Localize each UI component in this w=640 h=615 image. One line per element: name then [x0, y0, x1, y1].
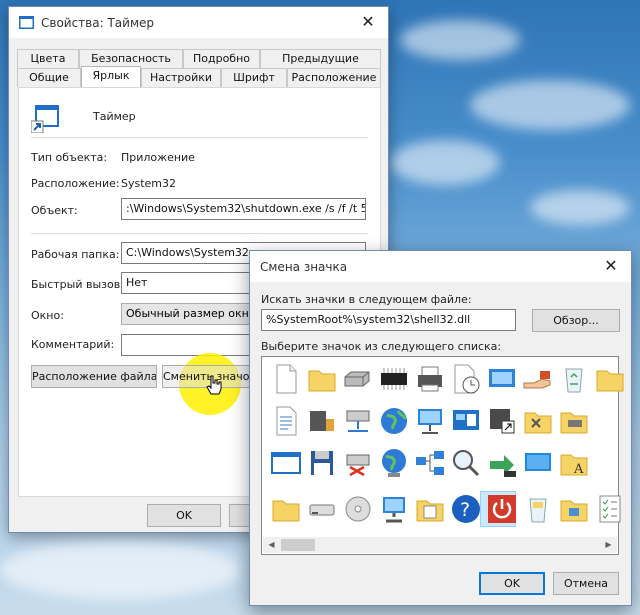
document-folder-icon[interactable] — [414, 493, 446, 525]
blank-document-icon[interactable] — [270, 363, 302, 395]
open-file-location-button[interactable]: Расположение файла — [31, 365, 157, 388]
tab-row-lower: Общие Ярлык Настройки Шрифт Расположение — [17, 66, 381, 87]
text-document-icon[interactable] — [270, 405, 302, 437]
tab-previous-versions[interactable]: Предыдущие версии — [260, 49, 381, 82]
hotkey-label: Быстрый вызов: — [31, 278, 124, 291]
network-screen-icon[interactable] — [486, 363, 518, 395]
icon-file-field[interactable]: %SystemRoot%\system32\shell32.dll — [261, 309, 516, 331]
scroll-thumb[interactable] — [281, 539, 315, 551]
target-field[interactable]: :\Windows\System32\shutdown.exe /s /f /t… — [121, 198, 366, 220]
background-cloud — [400, 20, 520, 60]
control-folder-icon[interactable] — [558, 493, 590, 525]
shortcut-icon[interactable] — [486, 405, 518, 437]
scroll-left-icon[interactable]: ◀ — [263, 537, 280, 553]
checklist-icon[interactable] — [594, 493, 626, 525]
window-icon[interactable] — [270, 447, 302, 479]
dialog-close-button[interactable]: ✕ — [591, 251, 631, 281]
control-panel-icon[interactable] — [450, 405, 482, 437]
background-cloud — [390, 140, 500, 185]
tab-row-upper: Цвета Безопасность Подробно Предыдущие в… — [17, 49, 381, 82]
network-icon[interactable] — [414, 447, 446, 479]
recycle-bin-full-icon[interactable] — [522, 493, 554, 525]
floppy-disk-icon[interactable] — [306, 447, 338, 479]
dialog-cancel-button[interactable]: Отмена — [553, 572, 619, 595]
computer-icon[interactable] — [378, 493, 410, 525]
disconnected-drive-icon[interactable] — [342, 447, 374, 479]
divider — [31, 137, 368, 138]
scroll-right-icon[interactable]: ▶ — [600, 537, 617, 553]
target-type-label: Тип объекта: — [31, 151, 108, 164]
folder-tools-icon[interactable] — [522, 405, 554, 437]
globe-icon[interactable] — [378, 405, 410, 437]
tab-layout[interactable]: Расположение — [287, 68, 381, 87]
window-title: Свойства: Таймер — [41, 16, 154, 30]
target-location-label: Расположение: — [31, 177, 120, 190]
network-computer-icon[interactable] — [414, 405, 446, 437]
comment-label: Комментарий: — [31, 338, 115, 351]
divider — [31, 233, 368, 234]
power-icon[interactable] — [486, 493, 518, 525]
background-cloud — [530, 190, 630, 225]
browse-button[interactable]: Обзор... — [532, 309, 620, 332]
globe-arrow-icon[interactable] — [378, 447, 410, 479]
server-icon[interactable] — [306, 405, 338, 437]
hand-cursor-icon — [206, 375, 222, 395]
background-cloud — [470, 80, 630, 130]
hard-drive-icon[interactable] — [342, 363, 374, 395]
target-type-value: Приложение — [121, 151, 195, 164]
dialog-title: Смена значка — [260, 260, 348, 274]
properties-titlebar: Свойства: Таймер ✕ — [9, 7, 388, 38]
folder-icon[interactable] — [306, 363, 338, 395]
desktop-icon[interactable] — [522, 447, 554, 479]
printer-icon[interactable] — [414, 363, 446, 395]
run-window-label: Окно: — [31, 309, 64, 322]
folder-icon[interactable] — [270, 493, 302, 525]
cd-drive-icon[interactable] — [342, 493, 374, 525]
file-label: Искать значки в следующем файле: — [261, 293, 472, 306]
network-drive-icon[interactable] — [342, 405, 374, 437]
removable-drive-icon[interactable] — [306, 493, 338, 525]
tab-colors[interactable]: Цвета — [17, 49, 79, 68]
svg-text:A: A — [573, 462, 584, 477]
shortcut-app-icon — [31, 105, 59, 133]
shortcut-name: Таймер — [93, 110, 136, 123]
icon-list-label: Выберите значок из следующего списка: — [261, 340, 502, 353]
network-arrow-icon[interactable] — [486, 447, 518, 479]
tab-details[interactable]: Подробно — [183, 49, 260, 68]
tab-general[interactable]: Общие — [17, 68, 81, 87]
dialog-titlebar: Смена значка ✕ — [250, 251, 631, 282]
dialog-ok-button[interactable]: OK — [479, 572, 545, 595]
svg-text:?: ? — [460, 499, 470, 521]
target-location-value: System32 — [121, 177, 177, 190]
tab-font[interactable]: Шрифт — [221, 68, 287, 87]
change-icon-dialog: Смена значка ✕ Искать значки в следующем… — [249, 250, 632, 606]
font-folder-icon[interactable]: A — [558, 447, 590, 479]
printer-folder-icon[interactable] — [558, 405, 590, 437]
help-icon[interactable]: ? — [450, 493, 482, 525]
ok-button[interactable]: OK — [147, 504, 221, 527]
folder-icon[interactable] — [594, 363, 626, 395]
search-icon[interactable] — [450, 447, 482, 479]
close-button[interactable]: ✕ — [348, 7, 388, 37]
shortcut-app-icon — [19, 16, 34, 29]
memory-chip-icon[interactable] — [378, 363, 410, 395]
working-folder-label: Рабочая папка: — [31, 248, 120, 261]
background-cloud — [0, 540, 240, 600]
tab-options[interactable]: Настройки — [141, 68, 221, 87]
target-label: Объект: — [31, 204, 78, 217]
recycle-bin-icon[interactable] — [558, 363, 590, 395]
hand-share-icon[interactable] — [522, 363, 554, 395]
clock-document-icon[interactable] — [450, 363, 482, 395]
icon-list[interactable]: A? ◀ ▶ — [261, 356, 624, 555]
horizontal-scrollbar[interactable]: ◀ ▶ — [263, 537, 617, 553]
tab-shortcut[interactable]: Ярлык — [81, 66, 141, 87]
